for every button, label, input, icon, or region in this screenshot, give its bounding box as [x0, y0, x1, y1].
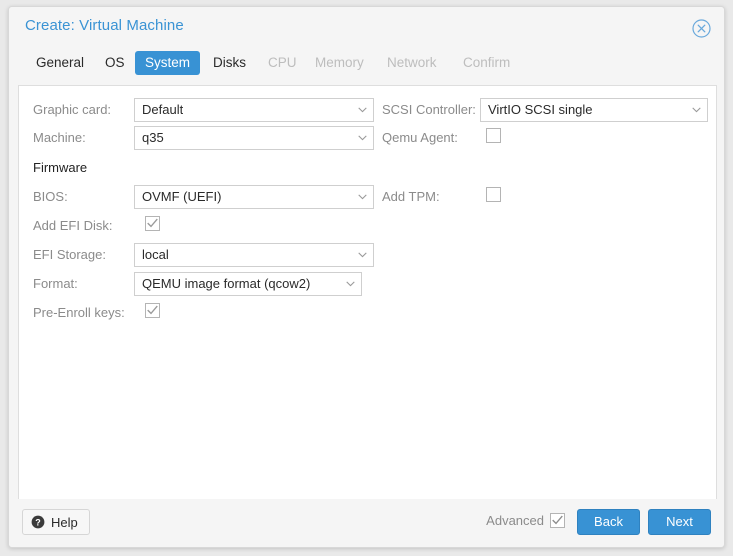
format-select[interactable]: QEMU image format (qcow2): [134, 272, 362, 296]
field-qemu-agent: Qemu Agent:: [368, 124, 717, 152]
add-tpm-label: Add TPM:: [382, 189, 440, 204]
chevron-down-icon: [346, 281, 355, 287]
chevron-down-icon: [358, 252, 367, 258]
chevron-down-icon: [358, 135, 367, 141]
tab-confirm: Confirm: [463, 55, 511, 70]
next-button[interactable]: Next: [648, 509, 711, 535]
left-column: Graphic card: Default Machine: q35 Firmw…: [19, 86, 374, 512]
advanced-label: Advanced: [486, 513, 544, 528]
advanced-checkbox[interactable]: [550, 513, 565, 528]
page-title: Create: Virtual Machine: [25, 17, 184, 34]
field-pre-enroll-keys: Pre-Enroll keys:: [19, 299, 368, 327]
pre-enroll-keys-checkbox[interactable]: [145, 303, 160, 318]
back-button[interactable]: Back: [577, 509, 640, 535]
tab-memory: Memory: [315, 55, 364, 70]
machine-label: Machine:: [33, 130, 86, 145]
add-tpm-checkbox[interactable]: [486, 187, 501, 202]
chevron-down-icon: [692, 107, 701, 113]
field-bios: BIOS: OVMF (UEFI): [19, 183, 374, 211]
question-mark-circle-icon: ?: [31, 515, 45, 529]
help-button[interactable]: ? Help: [22, 509, 90, 535]
scsi-controller-value: VirtIO SCSI single: [488, 102, 593, 117]
efi-storage-select[interactable]: local: [134, 243, 374, 267]
scsi-controller-label: SCSI Controller:: [382, 102, 476, 117]
field-scsi-controller: SCSI Controller: VirtIO SCSI single: [368, 96, 717, 124]
graphic-card-label: Graphic card:: [33, 102, 112, 117]
pre-enroll-keys-label: Pre-Enroll keys:: [33, 305, 125, 320]
add-efi-disk-checkbox[interactable]: [145, 216, 160, 231]
qemu-agent-label: Qemu Agent:: [382, 130, 458, 145]
add-efi-disk-label: Add EFI Disk:: [33, 218, 113, 233]
tab-system[interactable]: System: [135, 51, 201, 75]
graphic-card-select[interactable]: Default: [134, 98, 374, 122]
scsi-controller-select[interactable]: VirtIO SCSI single: [480, 98, 708, 122]
graphic-card-value: Default: [142, 102, 184, 117]
firmware-label: Firmware: [33, 160, 88, 175]
qemu-agent-checkbox[interactable]: [486, 128, 501, 143]
right-column: SCSI Controller: VirtIO SCSI single Qemu…: [368, 86, 717, 512]
efi-storage-label: EFI Storage:: [33, 247, 106, 262]
bios-select[interactable]: OVMF (UEFI): [134, 185, 374, 209]
machine-select[interactable]: q35: [134, 126, 374, 150]
field-efi-storage: EFI Storage: local: [19, 241, 374, 269]
field-add-tpm: Add TPM:: [368, 183, 717, 211]
field-graphic-card: Graphic card: Default: [19, 96, 374, 124]
firmware-section-header: Firmware: [19, 154, 368, 182]
tab-os[interactable]: OS: [95, 51, 135, 75]
tab-general[interactable]: General: [26, 51, 94, 75]
bios-value: OVMF (UEFI): [142, 189, 222, 204]
efi-storage-value: local: [142, 247, 169, 262]
svg-text:?: ?: [35, 517, 41, 527]
field-machine: Machine: q35: [19, 124, 374, 152]
format-value: QEMU image format (qcow2): [142, 276, 311, 291]
tab-network: Network: [387, 55, 437, 70]
wizard-tabbar: General OS System Disks CPU Memory Netwo…: [9, 51, 724, 85]
dialog-footer: ? Help Advanced Back Next: [9, 499, 724, 547]
field-format: Format: QEMU image format (qcow2): [19, 270, 368, 298]
dialog-titlebar: Create: Virtual Machine: [9, 7, 724, 47]
close-icon[interactable]: [692, 19, 711, 38]
tab-cpu: CPU: [268, 55, 297, 70]
chevron-down-icon: [358, 194, 367, 200]
advanced-toggle[interactable]: Advanced: [486, 513, 565, 528]
machine-value: q35: [142, 130, 164, 145]
system-settings-panel: Graphic card: Default Machine: q35 Firmw…: [18, 85, 717, 513]
tab-disks[interactable]: Disks: [203, 51, 256, 75]
help-button-label: Help: [51, 514, 78, 530]
create-vm-dialog: Create: Virtual Machine General OS Syste…: [8, 6, 725, 548]
chevron-down-icon: [358, 107, 367, 113]
field-add-efi-disk: Add EFI Disk:: [19, 212, 368, 240]
format-label: Format:: [33, 276, 78, 291]
bios-label: BIOS:: [33, 189, 68, 204]
